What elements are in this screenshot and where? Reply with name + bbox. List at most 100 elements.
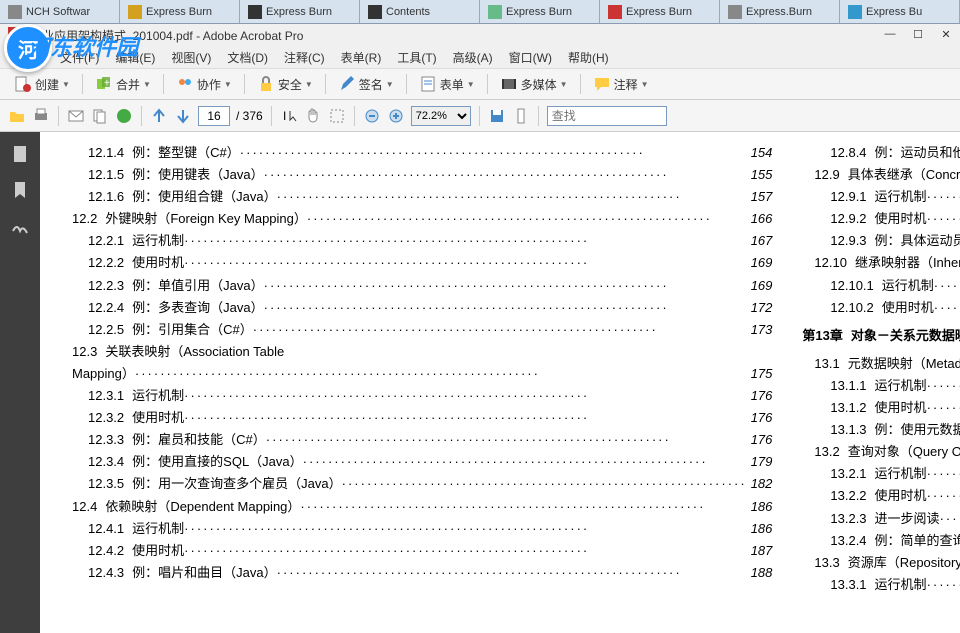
- browser-tab[interactable]: NCH Softwar: [0, 0, 120, 23]
- next-page-icon[interactable]: [174, 107, 192, 125]
- collab-button[interactable]: 协作▼: [170, 73, 238, 95]
- zoom-out-icon[interactable]: [363, 107, 381, 125]
- toc-line: 12.4.2使用时机187: [60, 540, 772, 562]
- toc-line: 12.1.5例：使用键表（Java）155: [60, 164, 772, 186]
- acrobat-window: 企业应用架构模式_201004.pdf - Adobe Acrobat Pro …: [0, 24, 960, 633]
- svg-text:+: +: [104, 78, 110, 89]
- toc-line: 12.3.1运行机制176: [60, 385, 772, 407]
- page-input[interactable]: [198, 106, 230, 126]
- toolbar-nav: / 376 I 72.2%: [0, 100, 960, 132]
- close-button[interactable]: ✕: [932, 24, 960, 44]
- toc-line: Mapping）175: [60, 363, 772, 385]
- create-button[interactable]: 创建▼: [8, 73, 76, 95]
- toc-line: 12.4依赖映射（Dependent Mapping）186: [60, 496, 772, 518]
- toc-line: 12.1.4例：整型键（C#）154: [60, 142, 772, 164]
- secure-button[interactable]: 安全▼: [251, 73, 319, 95]
- menu-advanced[interactable]: 高级(A): [445, 49, 501, 66]
- toc-line: 13.2.1运行机制225: [802, 463, 960, 485]
- browser-tab[interactable]: Express Burn: [480, 0, 600, 23]
- lock-icon: [257, 75, 275, 93]
- toc-line: 13.1元数据映射（Metadata Mapping）217: [802, 353, 960, 375]
- comment-icon: [593, 75, 611, 93]
- merge-button[interactable]: + 合并▼: [89, 73, 157, 95]
- maximize-button[interactable]: ☐: [904, 24, 932, 44]
- title-bar: 企业应用架构模式_201004.pdf - Adobe Acrobat Pro …: [0, 24, 960, 46]
- browser-tab[interactable]: Express Burn: [600, 0, 720, 23]
- web-icon[interactable]: [115, 107, 133, 125]
- toc-column-right: 12.8.4例：运动员和他们的家属（C#）20312.9具体表继承（Concre…: [802, 142, 960, 623]
- toc-line: 12.9.1运行机制209: [802, 186, 960, 208]
- zoom-select[interactable]: 72.2%: [411, 106, 471, 126]
- menu-help[interactable]: 帮助(H): [560, 49, 617, 66]
- window-title: 企业应用架构模式_201004.pdf - Adobe Acrobat Pro: [30, 27, 303, 44]
- toc-line: 12.3.5例：用一次查询查多个雇员（Java）182: [60, 473, 772, 495]
- toc-line: 12.4.1运行机制186: [60, 518, 772, 540]
- toc-line: 13.2.4例：简单的查询对象（Java）226: [802, 530, 960, 552]
- toc-line: 13.2.3进一步阅读226: [802, 508, 960, 530]
- toc-line: 13.1.1运行机制217: [802, 375, 960, 397]
- forms-button[interactable]: 表单▼: [413, 73, 481, 95]
- pdf-page: 12.1.4例：整型键（C#）15412.1.5例：使用键表（Java）155 1…: [40, 132, 960, 633]
- sign-button[interactable]: 签名▼: [332, 73, 400, 95]
- toc-line: 12.2外键映射（Foreign Key Mapping）166: [60, 208, 772, 230]
- scroll-icon[interactable]: [512, 107, 530, 125]
- hand-icon[interactable]: [304, 107, 322, 125]
- bookmarks-icon[interactable]: [10, 180, 30, 200]
- marquee-icon[interactable]: [328, 107, 346, 125]
- menu-comment[interactable]: 注释(C): [276, 49, 333, 66]
- page-total: / 376: [236, 109, 263, 123]
- acrobat-icon: [8, 27, 24, 43]
- browser-tab[interactable]: Contents: [360, 0, 480, 23]
- toc-line: 12.10.1运行机制215: [802, 275, 960, 297]
- toc-line: 第13章对象－关系元数据映射模式217: [802, 325, 960, 347]
- toc-line: 12.2.4例：多表查询（Java）172: [60, 297, 772, 319]
- forms-icon: [419, 75, 437, 93]
- create-icon: [14, 75, 32, 93]
- toc-line: 12.4.3例：唱片和曲目（Java）188: [60, 562, 772, 584]
- save-icon[interactable]: [488, 107, 506, 125]
- menu-file[interactable]: 文件(F): [52, 49, 107, 66]
- document-view[interactable]: 12.1.4例：整型键（C#）15412.1.5例：使用键表（Java）155 1…: [40, 132, 960, 633]
- print-icon[interactable]: [32, 107, 50, 125]
- toc-line: 12.10继承映射器（Inheritance Mappers）214: [802, 252, 960, 274]
- pages-icon[interactable]: [91, 107, 109, 125]
- zoom-in-icon[interactable]: [387, 107, 405, 125]
- browser-tab[interactable]: Express Burn: [240, 0, 360, 23]
- browser-tab[interactable]: Express.Burn: [720, 0, 840, 23]
- menu-window[interactable]: 窗口(W): [501, 49, 560, 66]
- merge-icon: +: [95, 75, 113, 93]
- search-input[interactable]: [547, 106, 667, 126]
- toc-line: 13.1.3例：使用元数据和反射（Java）219: [802, 419, 960, 441]
- tab-favicon: [848, 5, 862, 19]
- tab-favicon: [128, 5, 142, 19]
- browser-tab[interactable]: Express Bu: [840, 0, 960, 23]
- toc-line: 12.2.3例：单值引用（Java）169: [60, 275, 772, 297]
- minimize-button[interactable]: —: [876, 24, 904, 44]
- toc-line: 12.3.3例：雇员和技能（C#）176: [60, 429, 772, 451]
- toc-line: 12.3.4例：使用直接的SQL（Java）179: [60, 451, 772, 473]
- tab-favicon: [728, 5, 742, 19]
- select-icon[interactable]: I: [280, 107, 298, 125]
- email-icon[interactable]: [67, 107, 85, 125]
- thumbnails-icon[interactable]: [10, 144, 30, 164]
- browser-tab[interactable]: Express Burn: [120, 0, 240, 23]
- toc-line: 13.3.1运行机制229: [802, 574, 960, 596]
- signatures-icon[interactable]: [10, 216, 30, 236]
- multimedia-button[interactable]: 多媒体▼: [494, 73, 574, 95]
- toc-line: 12.2.5例：引用集合（C#）173: [60, 319, 772, 341]
- browser-tabs: NCH SoftwarExpress BurnExpress BurnConte…: [0, 0, 960, 24]
- menu-document[interactable]: 文档(D): [219, 49, 276, 66]
- menu-edit[interactable]: 编辑(E): [107, 49, 163, 66]
- open-icon[interactable]: [8, 107, 26, 125]
- menu-view[interactable]: 视图(V): [163, 49, 219, 66]
- toc-line: 12.8.4例：运动员和他们的家属（C#）203: [802, 142, 960, 164]
- toc-line: 12.10.2使用时机216: [802, 297, 960, 319]
- toc-line: 13.2.2使用时机225: [802, 485, 960, 507]
- menu-tools[interactable]: 工具(T): [389, 49, 444, 66]
- comment-button[interactable]: 注释▼: [587, 73, 655, 95]
- collab-icon: [176, 75, 194, 93]
- prev-page-icon[interactable]: [150, 107, 168, 125]
- tab-favicon: [248, 5, 262, 19]
- toc-line: 13.3资源库（Repository）228: [802, 552, 960, 574]
- menu-forms[interactable]: 表单(R): [333, 49, 390, 66]
